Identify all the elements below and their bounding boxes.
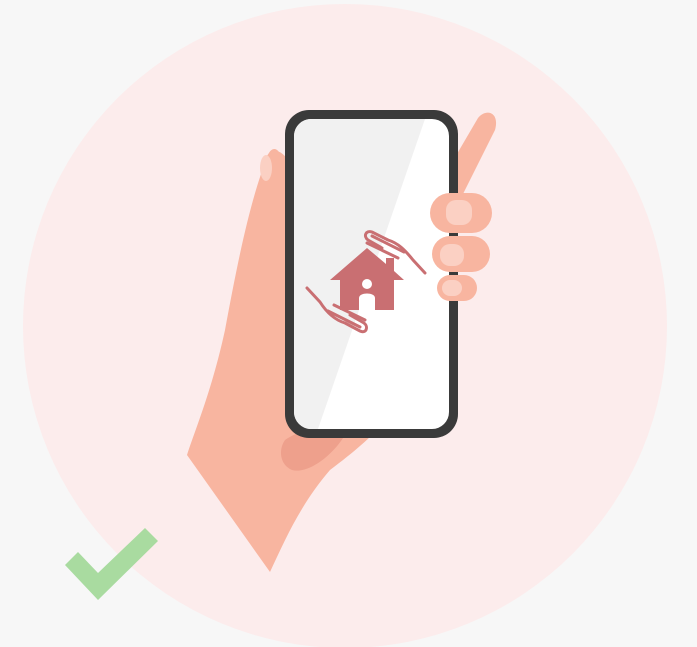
- house-door-head: [362, 279, 372, 289]
- illustration-svg: [23, 4, 667, 647]
- phone: [285, 110, 458, 438]
- house-door-body: [359, 293, 375, 310]
- thumb-nail: [260, 155, 272, 181]
- finger-1-nail: [446, 200, 472, 225]
- finger-3-nail: [442, 280, 462, 296]
- illustration-stage: [0, 0, 697, 647]
- finger-2-nail: [440, 244, 464, 266]
